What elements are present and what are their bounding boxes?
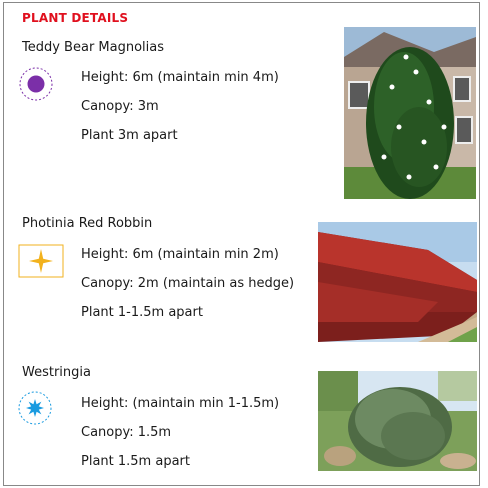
westringia-photo: [318, 371, 477, 471]
plant-spacing-photinia: Plant 1-1.5m apart: [81, 305, 203, 320]
plant-canopy-magnolia: Canopy: 3m: [81, 99, 159, 114]
plant-canopy-westringia: Canopy: 1.5m: [81, 425, 172, 440]
plant-spacing-magnolia: Plant 3m apart: [81, 128, 178, 143]
blue-star-circle-icon: [17, 390, 53, 430]
plant-details-panel: PLANT DETAILS Teddy Bear Magnolias Heigh…: [3, 2, 480, 486]
plant-height-photinia: Height: 6m (maintain min 2m): [81, 247, 279, 262]
section-heading: PLANT DETAILS: [22, 11, 129, 25]
plant-height-westringia: Height: (maintain min 1-1.5m): [81, 396, 280, 411]
photinia-photo: [318, 222, 477, 342]
plant-height-magnolia: Height: 6m (maintain min 4m): [81, 70, 279, 85]
plant-name-magnolia: Teddy Bear Magnolias: [22, 40, 165, 55]
plant-spacing-westringia: Plant 1.5m apart: [81, 454, 190, 469]
plant-canopy-photinia: Canopy: 2m (maintain as hedge): [81, 276, 295, 291]
plant-name-photinia: Photinia Red Robbin: [22, 216, 153, 231]
magnolia-photo: [344, 27, 476, 199]
yellow-star-square-icon: [18, 244, 64, 282]
purple-dot-circle-icon: [18, 66, 54, 106]
plant-name-westringia: Westringia: [22, 365, 91, 380]
